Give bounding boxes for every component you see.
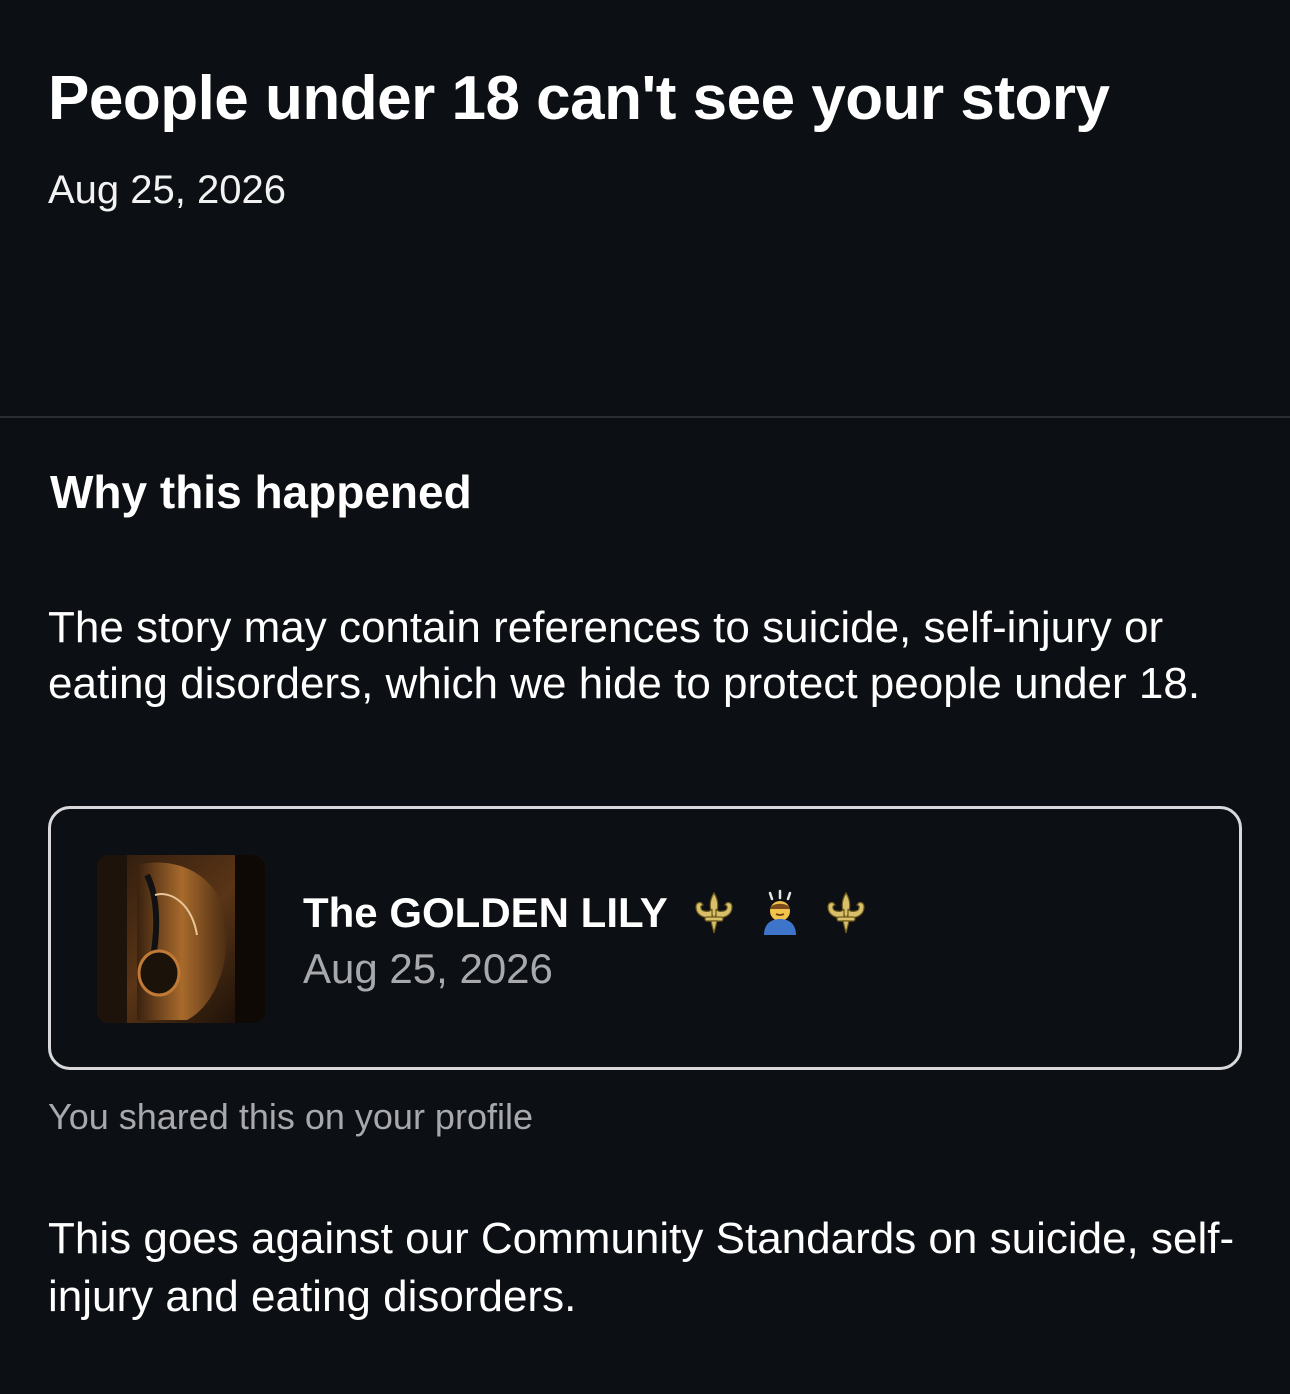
divider bbox=[0, 416, 1290, 418]
story-date: Aug 25, 2026 bbox=[303, 945, 553, 992]
reason-text: The story may contain references to suic… bbox=[48, 603, 1201, 708]
story-thumbnail-image bbox=[97, 855, 265, 1023]
shared-note: You shared this on your profile bbox=[48, 1096, 533, 1137]
title-emojis bbox=[690, 889, 870, 937]
fleur-de-lis-icon bbox=[690, 889, 738, 937]
notice-header: People under 18 can't see your story Aug… bbox=[0, 0, 1290, 418]
section-heading: Why this happened bbox=[50, 466, 472, 518]
story-title-text: The GOLDEN LILY bbox=[303, 889, 668, 936]
standards-note: This goes against our Community Standard… bbox=[48, 1214, 1235, 1321]
notice-date: Aug 25, 2026 bbox=[48, 168, 286, 212]
content-notice-page: People under 18 can't see your story Aug… bbox=[0, 0, 1290, 1394]
story-card[interactable]: The GOLDEN LILY Aug 25, 2026 bbox=[48, 806, 1242, 1070]
bowing-person-icon bbox=[756, 889, 804, 937]
story-title: The GOLDEN LILY bbox=[303, 887, 870, 939]
story-thumbnail[interactable] bbox=[97, 855, 265, 1023]
fleur-de-lis-icon bbox=[822, 889, 870, 937]
page-title: People under 18 can't see your story bbox=[48, 64, 1110, 133]
